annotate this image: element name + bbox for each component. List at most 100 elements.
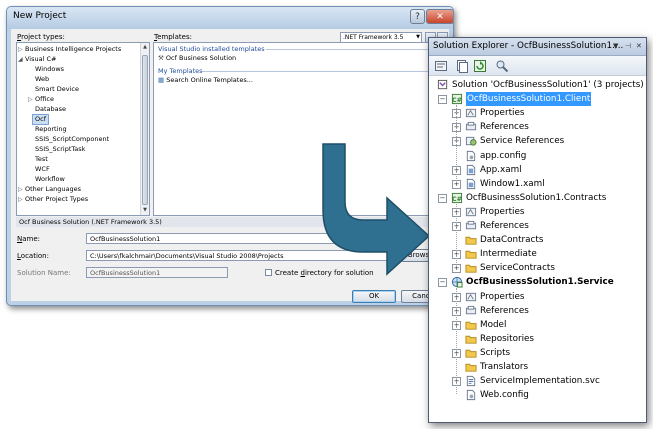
- template-ocf-business-solution[interactable]: ⚒ Ocf Business Solution: [158, 54, 236, 63]
- solution-node[interactable]: Solution 'OcfBusinessSolution1' (3 proje…: [429, 78, 646, 92]
- project-types-tree[interactable]: ▲ ▼ ▷ Business Intelligence Projects ◢ Visu…: [16, 42, 150, 216]
- project-item-node[interactable]: + Service References: [429, 134, 646, 148]
- project-type-item[interactable]: Workflow: [35, 175, 65, 184]
- project-item-node[interactable]: Web.config: [429, 388, 646, 402]
- project-item-node[interactable]: + Properties: [429, 205, 646, 219]
- expand-arrow-icon[interactable]: ▷: [18, 45, 23, 54]
- project-node[interactable]: − C# OcfBusinessSolution1.Contracts: [429, 191, 646, 205]
- project-item-label: References: [480, 122, 529, 133]
- project-type-item[interactable]: SSIS_ScriptTask: [35, 145, 85, 154]
- tree-connector-line: [456, 203, 457, 268]
- project-type-item[interactable]: Windows: [35, 65, 64, 74]
- solution-explorer-title: Solution Explorer - OcfBusinessSolution1…: [433, 41, 624, 51]
- project-item-node[interactable]: + Model: [429, 318, 646, 332]
- project-node[interactable]: − OcfBusinessSolution1.Service: [429, 275, 646, 289]
- window-position-icon[interactable]: ▼: [613, 42, 618, 50]
- project-item-node[interactable]: Repositories: [429, 332, 646, 346]
- show-all-files-icon[interactable]: [455, 59, 469, 73]
- solution-label: Solution 'OcfBusinessSolution1' (3 proje…: [452, 80, 644, 90]
- project-type-item[interactable]: Ocf: [32, 114, 49, 125]
- project-item-node[interactable]: + App.xaml: [429, 163, 646, 177]
- project-item-node[interactable]: + ServiceContracts: [429, 261, 646, 275]
- ok-button[interactable]: OK: [352, 290, 396, 303]
- project-type-item[interactable]: SSIS_ScriptComponent: [35, 135, 109, 144]
- expand-arrow-icon[interactable]: ▷: [18, 195, 23, 204]
- project-item-label: App.xaml: [480, 164, 522, 175]
- project-type-item[interactable]: Test: [35, 155, 48, 164]
- project-item-node[interactable]: + ServiceImplementation.svc: [429, 374, 646, 388]
- project-item-label: app.config: [480, 150, 527, 161]
- project-label: OcfBusinessSolution1.Service: [466, 277, 614, 288]
- close-icon[interactable]: ✕: [636, 42, 642, 50]
- project-item-label: Properties: [480, 108, 525, 119]
- scroll-up-icon[interactable]: ▲: [141, 43, 149, 52]
- project-item-label: Service References: [480, 136, 565, 147]
- project-types-scrollbar[interactable]: ▲ ▼: [140, 43, 149, 215]
- location-value: C:\Users\fkalchmair\Documents\Visual Stu…: [90, 252, 284, 260]
- project-item-node[interactable]: + Intermediate: [429, 247, 646, 261]
- group-divider: [266, 49, 444, 50]
- project-item-label: ServiceImplementation.svc: [480, 376, 600, 387]
- project-item-node[interactable]: + References: [429, 304, 646, 318]
- project-item-node[interactable]: + References: [429, 120, 646, 134]
- scroll-thumb[interactable]: [142, 55, 148, 205]
- dialog-close-button[interactable]: ✕: [426, 9, 453, 24]
- dialog-titlebar: New Project ? ✕: [7, 7, 453, 29]
- project-item-node[interactable]: + Properties: [429, 290, 646, 304]
- scroll-down-icon[interactable]: ▼: [141, 206, 149, 215]
- framework-select-value: .NET Framework 3.5: [343, 34, 404, 41]
- svg-text:C#: C#: [452, 96, 462, 104]
- project-item-node[interactable]: + Properties: [429, 106, 646, 120]
- properties-tool-icon[interactable]: [434, 59, 448, 73]
- project-item-node[interactable]: app.config: [429, 149, 646, 163]
- solution-explorer-titlebar: Solution Explorer - OcfBusinessSolution1…: [429, 38, 646, 56]
- auto-hide-pin-icon[interactable]: ⊣: [625, 42, 631, 50]
- collapse-arrow-icon[interactable]: ◢: [18, 55, 23, 64]
- project-item-label: Translators: [480, 362, 529, 372]
- project-item-node[interactable]: + References: [429, 219, 646, 233]
- project-type-item[interactable]: Smart Device: [35, 85, 79, 94]
- template-label: Search Online Templates...: [166, 76, 253, 84]
- project-item-label: Repositories: [480, 333, 535, 344]
- project-type-item[interactable]: Database: [35, 105, 66, 114]
- template-label: Ocf Business Solution: [165, 54, 237, 62]
- project-type-item[interactable]: Reporting: [35, 125, 67, 134]
- dialog-title: New Project: [13, 11, 67, 21]
- project-item-node[interactable]: + Scripts: [429, 346, 646, 360]
- project-type-item[interactable]: Visual C#: [25, 55, 56, 64]
- project-item-node[interactable]: DataContracts: [429, 233, 646, 247]
- project-type-item[interactable]: Other Languages: [25, 185, 81, 194]
- project-item-label: References: [480, 305, 529, 316]
- my-templates-header: My Templates: [158, 67, 203, 75]
- view-class-diagram-icon[interactable]: [495, 59, 509, 73]
- project-item-label: References: [480, 221, 529, 231]
- project-node[interactable]: − C# OcfBusinessSolution1.Client: [429, 92, 646, 107]
- create-directory-checkbox[interactable]: [265, 269, 272, 276]
- collapse-icon[interactable]: −: [438, 95, 447, 105]
- project-type-item[interactable]: Office: [35, 95, 54, 104]
- collapse-icon[interactable]: −: [438, 278, 447, 288]
- curved-arrow-graphic: [322, 143, 431, 276]
- online-search-icon: ▦: [158, 76, 165, 84]
- expand-arrow-icon[interactable]: ▷: [18, 185, 23, 194]
- project-item-label: Model: [480, 319, 507, 330]
- location-label: Location:: [17, 252, 49, 260]
- project-item-node[interactable]: Translators: [429, 360, 646, 374]
- collapse-icon[interactable]: −: [438, 193, 447, 203]
- svg-text:C#: C#: [452, 195, 462, 203]
- project-type-item[interactable]: WCF: [35, 165, 50, 174]
- project-item-label: Intermediate: [480, 249, 537, 260]
- project-label: OcfBusinessSolution1.Client: [466, 92, 592, 107]
- project-item-label: ServiceContracts: [480, 263, 555, 274]
- refresh-icon[interactable]: [473, 59, 487, 73]
- project-type-item[interactable]: Other Project Types: [25, 195, 88, 204]
- help-button[interactable]: ?: [410, 9, 425, 24]
- project-types-label: Project types:: [17, 33, 65, 41]
- templates-label: Templates:: [154, 33, 192, 41]
- expand-arrow-icon[interactable]: ▷: [28, 95, 33, 104]
- project-item-label: DataContracts: [480, 235, 544, 246]
- project-item-node[interactable]: + Window1.xaml: [429, 177, 646, 191]
- project-type-item[interactable]: Business Intelligence Projects: [25, 45, 121, 54]
- project-type-item[interactable]: Web: [35, 75, 49, 84]
- template-search-online[interactable]: ▦ Search Online Templates...: [158, 76, 253, 85]
